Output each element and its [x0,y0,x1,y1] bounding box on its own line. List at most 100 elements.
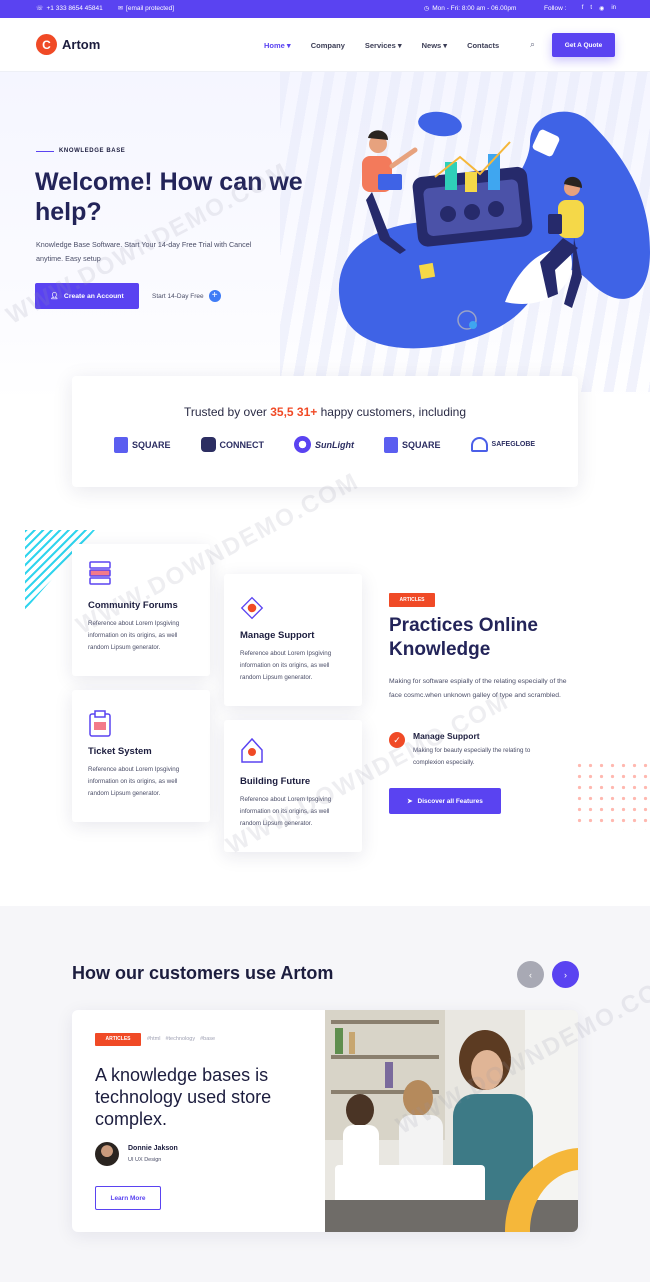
eyebrow-line [36,150,54,152]
articles-badge: ARTICLES [389,593,435,607]
tag-link[interactable]: #base [200,1036,215,1042]
hero-section: KNOWLEDGE BASE Welcome! How can we help?… [0,72,650,402]
main-nav: Home ▾ Company Services ▾ News ▾ Contact… [264,41,519,50]
top-bar: ☏ +1 333 8654 45841 ✉ [email protected] … [0,0,650,18]
check-icon: ✓ [389,732,405,748]
article-description: Making for software espially of the rela… [389,678,567,699]
story-badge: ARTICLES [95,1033,141,1046]
follow-text: Follow : [544,5,567,12]
story-tags: #html #technology #base [147,1036,215,1042]
get-quote-button[interactable]: Get A Quote [552,33,615,57]
logo[interactable]: C Artom [36,34,100,55]
author-role: UI UX Design [128,1157,162,1163]
nav-news[interactable]: News ▾ [422,41,447,50]
article-title: Practices Online Knowledge [389,615,538,660]
ticket-icon [89,710,111,737]
hero-description: Knowledge Base Software. Start Your 14-d… [36,240,252,263]
social-links: f t ◉ in [582,5,616,12]
start-trial-link[interactable]: Start 14-Day Free + [152,290,221,302]
client-logo-sunlight[interactable]: SunLight [294,436,354,453]
search-icon[interactable]: ⌕ [530,39,535,50]
create-account-button[interactable]: 👤︎ Create an Account [35,283,139,309]
feature-title: Community Forums [88,600,178,611]
feature-description: Reference about Lorem Ipsgiving informat… [88,620,180,651]
follow-label: Follow : [544,5,566,12]
client-logo-safeglobe[interactable]: SAFEGLOBE [470,437,535,452]
target-icon [240,596,264,620]
client-logo-square[interactable]: SQUARE [114,436,171,453]
client-logo-connect[interactable]: CONNECT [200,437,264,452]
logo-text: Artom [62,37,101,52]
nav-services[interactable]: Services ▾ [365,41,402,50]
dots-decoration [574,760,650,830]
next-arrow-button[interactable]: › [552,961,579,988]
feature-description: Reference about Lorem Ipsgiving informat… [88,766,180,797]
house-icon [241,737,263,763]
feature-card-community-forums[interactable]: Community Forums Reference about Lorem I… [72,544,210,676]
feature-title: Manage Support [240,630,315,641]
trusted-by-title: Trusted by over 35,5 31+ happy customers… [72,405,578,419]
point-description: Making for beauty especially the relatin… [413,747,531,766]
site-header: C Artom Home ▾ Company Services ▾ News ▾… [0,18,650,72]
hours-text: Mon - Fri: 8:00 am - 06.00pm [432,5,517,12]
sun-icon [294,436,312,453]
hero-title: Welcome! How can we help? [35,168,303,226]
discover-label: Discover all Features [417,797,483,805]
nav-home[interactable]: Home ▾ [264,41,291,50]
trust-prefix: Trusted by over [183,405,267,419]
clock-icon: ◷ [424,6,430,12]
point-title: Manage Support [413,731,480,741]
square-icon [384,436,399,453]
feature-card-manage-support[interactable]: Manage Support Reference about Lorem Ips… [224,574,362,706]
email-text: [email protected] [126,5,175,12]
mail-icon: ✉ [118,6,124,12]
facebook-icon[interactable]: f [582,5,584,12]
user-icon: 👤︎ [50,293,59,300]
linkedin-icon[interactable]: in [611,5,616,12]
opening-hours: ◷ Mon - Fri: 8:00 am - 06.00pm [424,5,516,12]
send-icon: ➤ [407,798,413,805]
office-photo [325,1010,578,1232]
feature-title: Ticket System [88,746,152,757]
server-icon [89,561,111,585]
feature-card-building-future[interactable]: Building Future Reference about Lorem Ip… [224,720,362,852]
discover-features-button[interactable]: ➤ Discover all Features [389,788,501,814]
phone-contact[interactable]: ☏ +1 333 8654 45841 [36,5,103,12]
hero-eyebrow: KNOWLEDGE BASE [36,148,125,154]
trusted-by-card: Trusted by over 35,5 31+ happy customers… [72,376,578,487]
tag-link[interactable]: #technology [165,1036,195,1042]
feature-card-ticket-system[interactable]: Ticket System Reference about Lorem Ipsg… [72,690,210,822]
globe-icon [470,437,488,452]
avatar [95,1142,119,1166]
phone-icon: ☏ [36,6,44,12]
nav-contacts[interactable]: Contacts [467,41,499,50]
eyebrow-text: KNOWLEDGE BASE [59,148,126,154]
feature-description: Reference about Lorem Ipsgiving informat… [240,650,332,681]
create-account-label: Create an Account [63,292,124,300]
twitter-icon[interactable]: t [590,5,592,12]
square-icon [114,436,128,453]
prev-arrow-button[interactable]: ‹ [517,961,544,988]
customer-count: 35,5 31+ [270,405,318,419]
connect-icon [200,437,216,452]
phone-text: +1 333 8654 45841 [46,5,103,12]
client-logos: SQUARE CONNECT SunLight SQUARE SAFEGLOBE [114,436,565,453]
hero-illustration [338,111,650,349]
feature-description: Reference about Lorem Ipsgiving informat… [240,796,332,827]
email-contact[interactable]: ✉ [email protected] [118,5,174,12]
logo-mark: C [36,34,57,55]
plus-icon: + [208,290,221,302]
trial-label: Start 14-Day Free [152,292,204,300]
author-name: Donnie Jakson [128,1145,178,1152]
client-logo-square-2[interactable]: SQUARE [384,436,441,453]
customers-section: How our customers use Artom ‹ › ARTICLES… [0,906,650,1282]
feature-title: Building Future [240,776,311,787]
pinterest-icon[interactable]: ◉ [599,5,604,12]
story-title: A knowledge bases is technology used sto… [95,1065,272,1129]
trust-suffix: happy customers, including [320,405,467,419]
nav-company[interactable]: Company [311,41,345,50]
tag-link[interactable]: #html [147,1036,160,1042]
customer-story-card: ARTICLES #html #technology #base A knowl… [72,1010,578,1232]
learn-more-button[interactable]: Learn More [95,1186,161,1210]
customers-title: How our customers use Artom [72,963,334,983]
